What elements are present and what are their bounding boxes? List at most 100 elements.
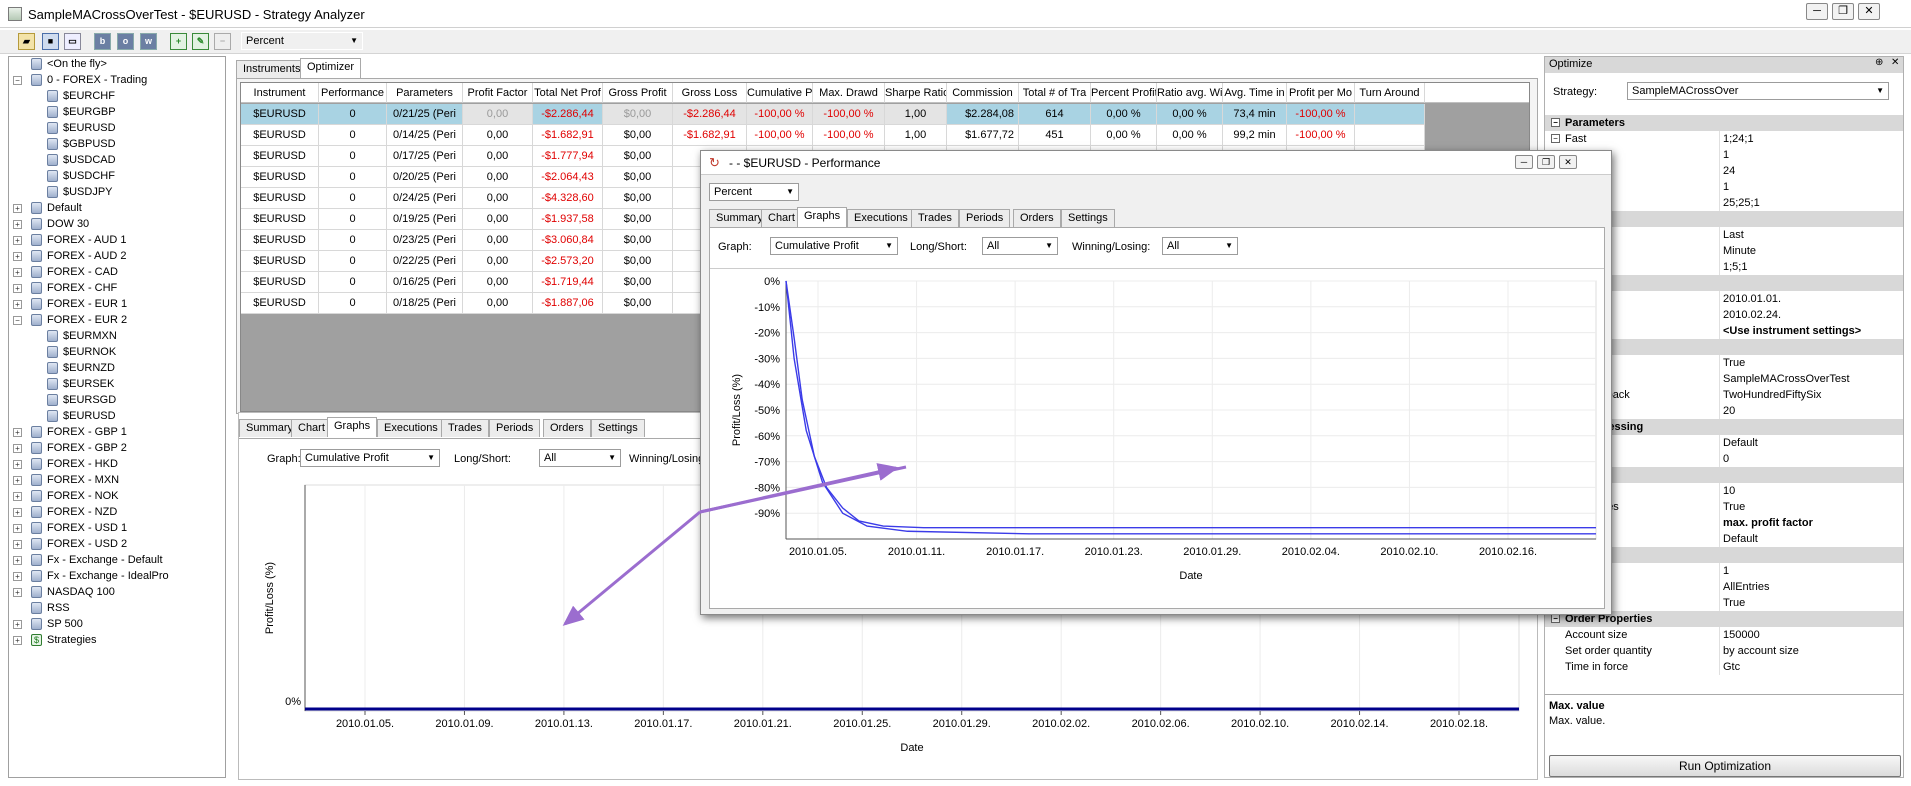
tree-item-eurmxn[interactable]: $EURMXN <box>9 328 225 344</box>
tree-item-forex-eur-2[interactable]: − FOREX - EUR 2 <box>9 312 225 328</box>
property-value[interactable]: True <box>1719 595 1903 611</box>
perf-tab-graphs[interactable]: Graphs <box>797 207 848 227</box>
collapse-icon[interactable]: − <box>1551 614 1560 623</box>
perf-tab-orders[interactable]: Orders <box>1013 209 1061 227</box>
tree-item-forex-nok[interactable]: + FOREX - NOK <box>9 488 225 504</box>
grid-cell[interactable]: 0,00 <box>463 104 533 125</box>
grid-cell[interactable]: -$1.682,91 <box>673 125 747 146</box>
tree-item-forex-gbp-1[interactable]: + FOREX - GBP 1 <box>9 424 225 440</box>
grid-cell[interactable]: 0,00 <box>463 125 533 146</box>
grid-cell[interactable]: -$2.573,20 <box>533 251 603 272</box>
grid-cell[interactable]: -$4.328,60 <box>533 188 603 209</box>
grid-cell[interactable]: -$1.719,44 <box>533 272 603 293</box>
perf-long-short-dropdown[interactable]: All ▼ <box>982 237 1058 255</box>
tree-item-on-the-fly[interactable]: <On the fly> <box>9 57 225 72</box>
property-value[interactable]: 2010.01.01. <box>1719 291 1903 307</box>
grid-cell[interactable]: 0,00 <box>463 251 533 272</box>
expand-icon[interactable]: + <box>13 460 22 469</box>
grid-cell[interactable]: 0,00 % <box>1157 104 1223 125</box>
perf-tab-chart[interactable]: Chart <box>761 209 802 227</box>
perf-tab-periods[interactable]: Periods <box>959 209 1011 227</box>
property-row[interactable]: Time in force Gtc <box>1545 659 1903 675</box>
expand-icon[interactable]: + <box>13 428 22 437</box>
property-value[interactable]: 10 <box>1719 483 1903 499</box>
expand-icon[interactable]: + <box>13 556 22 565</box>
grid-cell[interactable]: 1,00 <box>885 104 947 125</box>
grid-cell[interactable]: $0,00 <box>603 167 673 188</box>
column-header[interactable]: Parameters <box>387 83 463 103</box>
property-value[interactable]: True <box>1719 499 1903 515</box>
column-header[interactable]: Turn Around <box>1355 83 1425 103</box>
expand-icon[interactable]: + <box>13 588 22 597</box>
grid-cell[interactable]: $EURUSD <box>241 293 319 314</box>
tree-item-fx-exchange-idealpro[interactable]: + Fx - Exchange - IdealPro <box>9 568 225 584</box>
tree-item-forex-chf[interactable]: + FOREX - CHF <box>9 280 225 296</box>
grid-cell[interactable]: 614 <box>1019 104 1091 125</box>
panel-close-icon[interactable]: ✕ <box>1891 57 1899 68</box>
grid-cell[interactable]: -100,00 % <box>813 104 885 125</box>
property-value[interactable]: True <box>1719 355 1903 371</box>
collapse-icon[interactable]: − <box>1551 118 1560 127</box>
column-header[interactable]: Max. Drawd <box>813 83 885 103</box>
grid-cell[interactable]: 451 <box>1019 125 1091 146</box>
grid-cell[interactable]: $2.284,08 <box>947 104 1019 125</box>
grid-cell[interactable]: -100,00 % <box>813 125 885 146</box>
grid-cell[interactable]: -$1.937,58 <box>533 209 603 230</box>
grid-cell[interactable]: 0 <box>319 209 387 230</box>
grid-cell[interactable]: -$3.060,84 <box>533 230 603 251</box>
column-header[interactable]: Total # of Tra <box>1019 83 1091 103</box>
expand-icon[interactable]: + <box>13 636 22 645</box>
property-value[interactable]: 150000 <box>1719 627 1903 643</box>
tree-item-forex-aud-1[interactable]: + FOREX - AUD 1 <box>9 232 225 248</box>
grid-cell[interactable]: -$1.682,91 <box>533 125 603 146</box>
property-value[interactable]: 20 <box>1719 403 1903 419</box>
tree-item-rss[interactable]: RSS <box>9 600 225 616</box>
perf-graph-dropdown[interactable]: Cumulative Profit ▼ <box>770 237 898 255</box>
grid-cell[interactable]: 0/17/25 (Peri <box>387 146 463 167</box>
tree-item-eursgd[interactable]: $EURSGD <box>9 392 225 408</box>
column-header[interactable]: Ratio avg. Wi <box>1157 83 1223 103</box>
restore-button[interactable]: ❐ <box>1832 3 1854 20</box>
property-value[interactable]: 1 <box>1719 179 1903 195</box>
perf-tab-settings[interactable]: Settings <box>1061 209 1115 227</box>
remove-icon[interactable]: − <box>214 33 231 50</box>
grid-cell[interactable]: 73,4 min <box>1223 104 1287 125</box>
grid-cell[interactable]: 0 <box>319 146 387 167</box>
grid-cell[interactable]: 0,00 <box>463 272 533 293</box>
tree-item-nasdaq-100[interactable]: + NASDAQ 100 <box>9 584 225 600</box>
grid-cell[interactable]: $0,00 <box>603 125 673 146</box>
grid-cell[interactable]: 0 <box>319 125 387 146</box>
property-value[interactable]: 0 <box>1719 451 1903 467</box>
w-icon[interactable]: w <box>140 33 157 50</box>
property-row[interactable]: Set order quantity by account size <box>1545 643 1903 659</box>
grid-cell[interactable]: -$2.064,43 <box>533 167 603 188</box>
property-value[interactable]: SampleMACrossOverTest <box>1719 371 1903 387</box>
tree-item-eurusd[interactable]: $EURUSD <box>9 408 225 424</box>
collapse-icon[interactable]: − <box>13 76 22 85</box>
disconnect-icon[interactable]: ▭ <box>64 33 81 50</box>
expand-icon[interactable]: + <box>13 220 22 229</box>
grid-cell[interactable]: 0 <box>319 104 387 125</box>
expand-icon[interactable]: + <box>13 236 22 245</box>
property-value[interactable]: <Use instrument settings> <box>1719 323 1903 339</box>
tree-item-forex-aud-2[interactable]: + FOREX - AUD 2 <box>9 248 225 264</box>
grid-cell[interactable]: 1,00 <box>885 125 947 146</box>
long-short-dropdown[interactable]: All ▼ <box>539 449 621 467</box>
tree-item-forex-eur-1[interactable]: + FOREX - EUR 1 <box>9 296 225 312</box>
grid-cell[interactable]: -$2.286,44 <box>533 104 603 125</box>
edit-icon[interactable]: ✎ <box>192 33 209 50</box>
grid-cell[interactable]: 99,2 min <box>1223 125 1287 146</box>
expand-icon[interactable]: + <box>13 620 22 629</box>
grid-cell[interactable]: 0/14/25 (Peri <box>387 125 463 146</box>
column-header[interactable]: Percent Profit <box>1091 83 1157 103</box>
grid-cell[interactable]: -100,00 % <box>747 104 813 125</box>
tree-item-eurgbp[interactable]: $EURGBP <box>9 104 225 120</box>
tree-item-forex-gbp-2[interactable]: + FOREX - GBP 2 <box>9 440 225 456</box>
expand-icon[interactable]: + <box>13 508 22 517</box>
tree-item-eurchf[interactable]: $EURCHF <box>9 88 225 104</box>
property-row[interactable]: Account size 150000 <box>1545 627 1903 643</box>
column-header[interactable]: Total Net Prof <box>533 83 603 103</box>
grid-cell[interactable]: 0,00 <box>463 209 533 230</box>
grid-cell[interactable]: $EURUSD <box>241 167 319 188</box>
performance-restore-button[interactable]: ❐ <box>1537 155 1555 169</box>
